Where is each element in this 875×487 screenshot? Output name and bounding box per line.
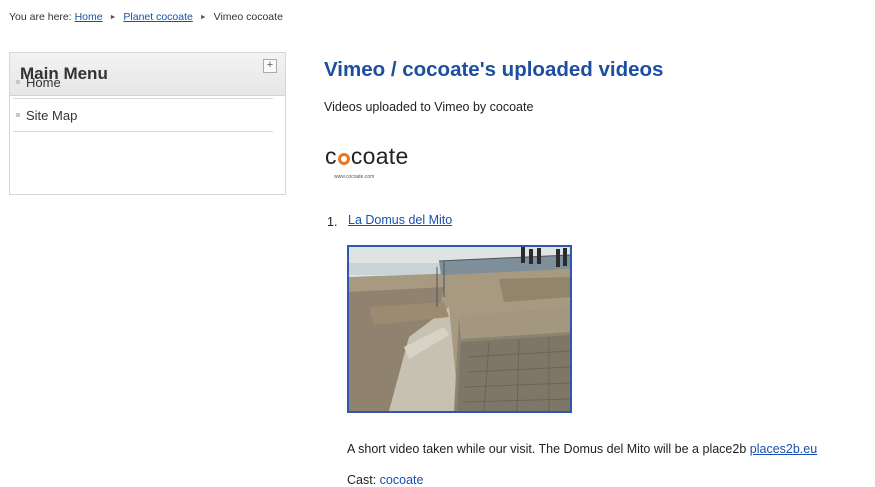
logo-circle-icon bbox=[337, 152, 350, 165]
main-menu-list: Home Site Map bbox=[13, 66, 273, 132]
page-subtitle: Videos uploaded to Vimeo by cocoate bbox=[324, 100, 534, 114]
bullet-icon bbox=[16, 80, 20, 84]
breadcrumb-current: Vimeo cocoate bbox=[213, 11, 283, 23]
video-thumbnail[interactable] bbox=[347, 245, 572, 413]
menu-item-label: Site Map bbox=[26, 107, 78, 123]
cocoate-logo: c coate www.cocoate.com bbox=[325, 143, 409, 180]
logo-text-end: coate bbox=[350, 143, 409, 169]
video-description-text: A short video taken while our visit. The… bbox=[347, 442, 747, 456]
video-cast: Cast: cocoate bbox=[347, 473, 423, 487]
cast-label: Cast: bbox=[347, 473, 377, 487]
breadcrumb-separator-icon: ► bbox=[199, 14, 207, 21]
breadcrumb-prefix: You are here: bbox=[9, 11, 72, 23]
breadcrumb-home-link[interactable]: Home bbox=[75, 11, 103, 23]
video-number: 1. bbox=[327, 215, 338, 229]
breadcrumb-planet-link[interactable]: Planet cocoate bbox=[123, 11, 192, 23]
menu-item-label: Home bbox=[26, 74, 61, 90]
video-title-link[interactable]: La Domus del Mito bbox=[348, 213, 452, 227]
logo-url: www.cocoate.com bbox=[334, 174, 375, 180]
bullet-icon bbox=[16, 113, 20, 117]
menu-item-site-map[interactable]: Site Map bbox=[13, 99, 273, 132]
logo-text-start: c bbox=[325, 143, 337, 169]
cast-link[interactable]: cocoate bbox=[380, 473, 424, 487]
video-description: A short video taken while our visit. The… bbox=[347, 442, 817, 456]
breadcrumb-separator-icon: ► bbox=[109, 14, 117, 21]
page-title: Vimeo / cocoate's uploaded videos bbox=[324, 58, 664, 81]
excavation-photo bbox=[349, 247, 570, 411]
breadcrumb: You are here: Home ► Planet cocoate ► Vi… bbox=[9, 11, 283, 23]
places2b-link[interactable]: places2b.eu bbox=[750, 442, 817, 456]
menu-item-home[interactable]: Home bbox=[13, 66, 273, 99]
